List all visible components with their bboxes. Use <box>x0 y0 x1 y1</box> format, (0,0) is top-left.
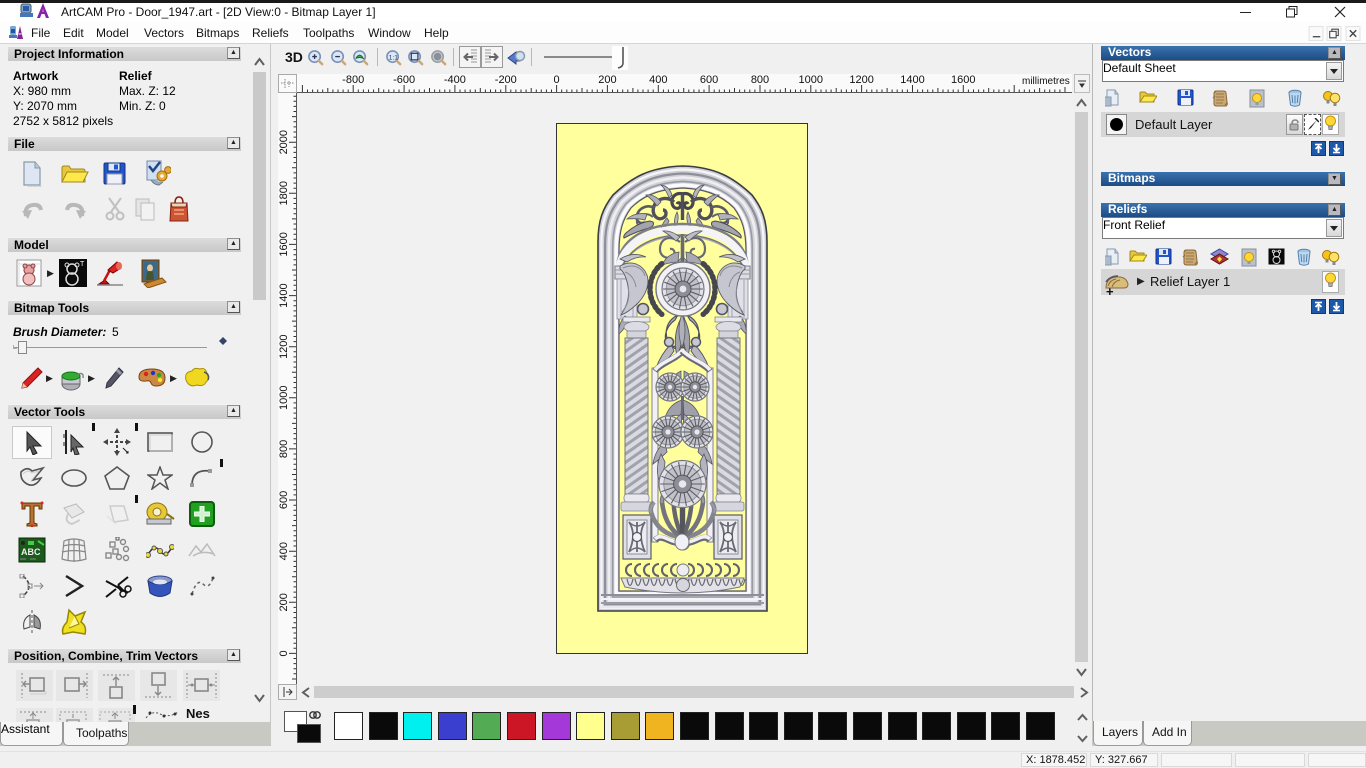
svg-text:1400: 1400 <box>900 74 924 86</box>
svg-text:1200: 1200 <box>278 334 290 358</box>
svg-text:1200: 1200 <box>849 74 873 86</box>
svg-text:1600: 1600 <box>278 232 290 256</box>
svg-text:1600: 1600 <box>951 74 975 86</box>
svg-text:0: 0 <box>278 650 290 656</box>
svg-text:400: 400 <box>649 74 667 86</box>
svg-text:1800: 1800 <box>278 181 290 205</box>
svg-text:0: 0 <box>554 74 560 86</box>
svg-text:-600: -600 <box>393 74 415 86</box>
svg-text:800: 800 <box>751 74 769 86</box>
svg-text:ABC: ABC <box>21 547 41 557</box>
svg-text:200: 200 <box>598 74 616 86</box>
svg-text:600: 600 <box>278 491 290 509</box>
svg-text:-800: -800 <box>342 74 364 86</box>
svg-text:-400: -400 <box>444 74 466 86</box>
svg-text:-200: -200 <box>495 74 517 86</box>
svg-text:200: 200 <box>278 593 290 611</box>
svg-text:2000: 2000 <box>278 130 290 154</box>
svg-text:800: 800 <box>278 440 290 458</box>
svg-text:600: 600 <box>700 74 718 86</box>
svg-text:1000: 1000 <box>278 386 290 410</box>
svg-text:1400: 1400 <box>278 283 290 307</box>
svg-text:1000: 1000 <box>799 74 823 86</box>
svg-text:400: 400 <box>278 542 290 560</box>
svg-text:T: T <box>80 261 85 268</box>
